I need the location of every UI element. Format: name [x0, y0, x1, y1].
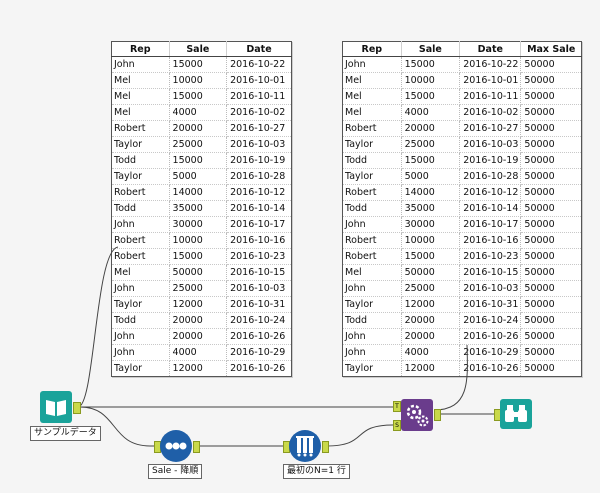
append-fields-tool[interactable]: [401, 399, 433, 431]
append-target-anchor[interactable]: T: [393, 401, 401, 412]
input-table-link: [77, 246, 119, 408]
book-icon: [46, 400, 66, 416]
sample-icon: [296, 436, 314, 457]
browse-tool[interactable]: [500, 399, 532, 429]
sample-tool[interactable]: [289, 430, 321, 462]
binoculars-icon: [505, 405, 527, 422]
sort-tool-label: Sale - 降順: [148, 464, 203, 479]
sort-tool[interactable]: [160, 430, 192, 462]
sample-output-anchor[interactable]: [322, 441, 329, 453]
append-source-port-label: S: [395, 422, 399, 429]
append-output-anchor[interactable]: [434, 409, 441, 421]
connector-sample-append[interactable]: [325, 424, 394, 447]
sample-tool-label: 最初のN=1 行: [283, 464, 350, 479]
input-tool-label: サンプルデータ: [30, 426, 101, 441]
append-fields-icon: [406, 404, 429, 427]
input-data-tool[interactable]: [40, 391, 72, 423]
append-target-port-label: T: [395, 403, 399, 410]
input-output-anchor[interactable]: [73, 402, 81, 414]
sort-icon: [165, 442, 187, 450]
append-source-anchor[interactable]: S: [393, 420, 401, 431]
result-table-link: [433, 344, 468, 411]
sort-output-anchor[interactable]: [193, 441, 200, 453]
